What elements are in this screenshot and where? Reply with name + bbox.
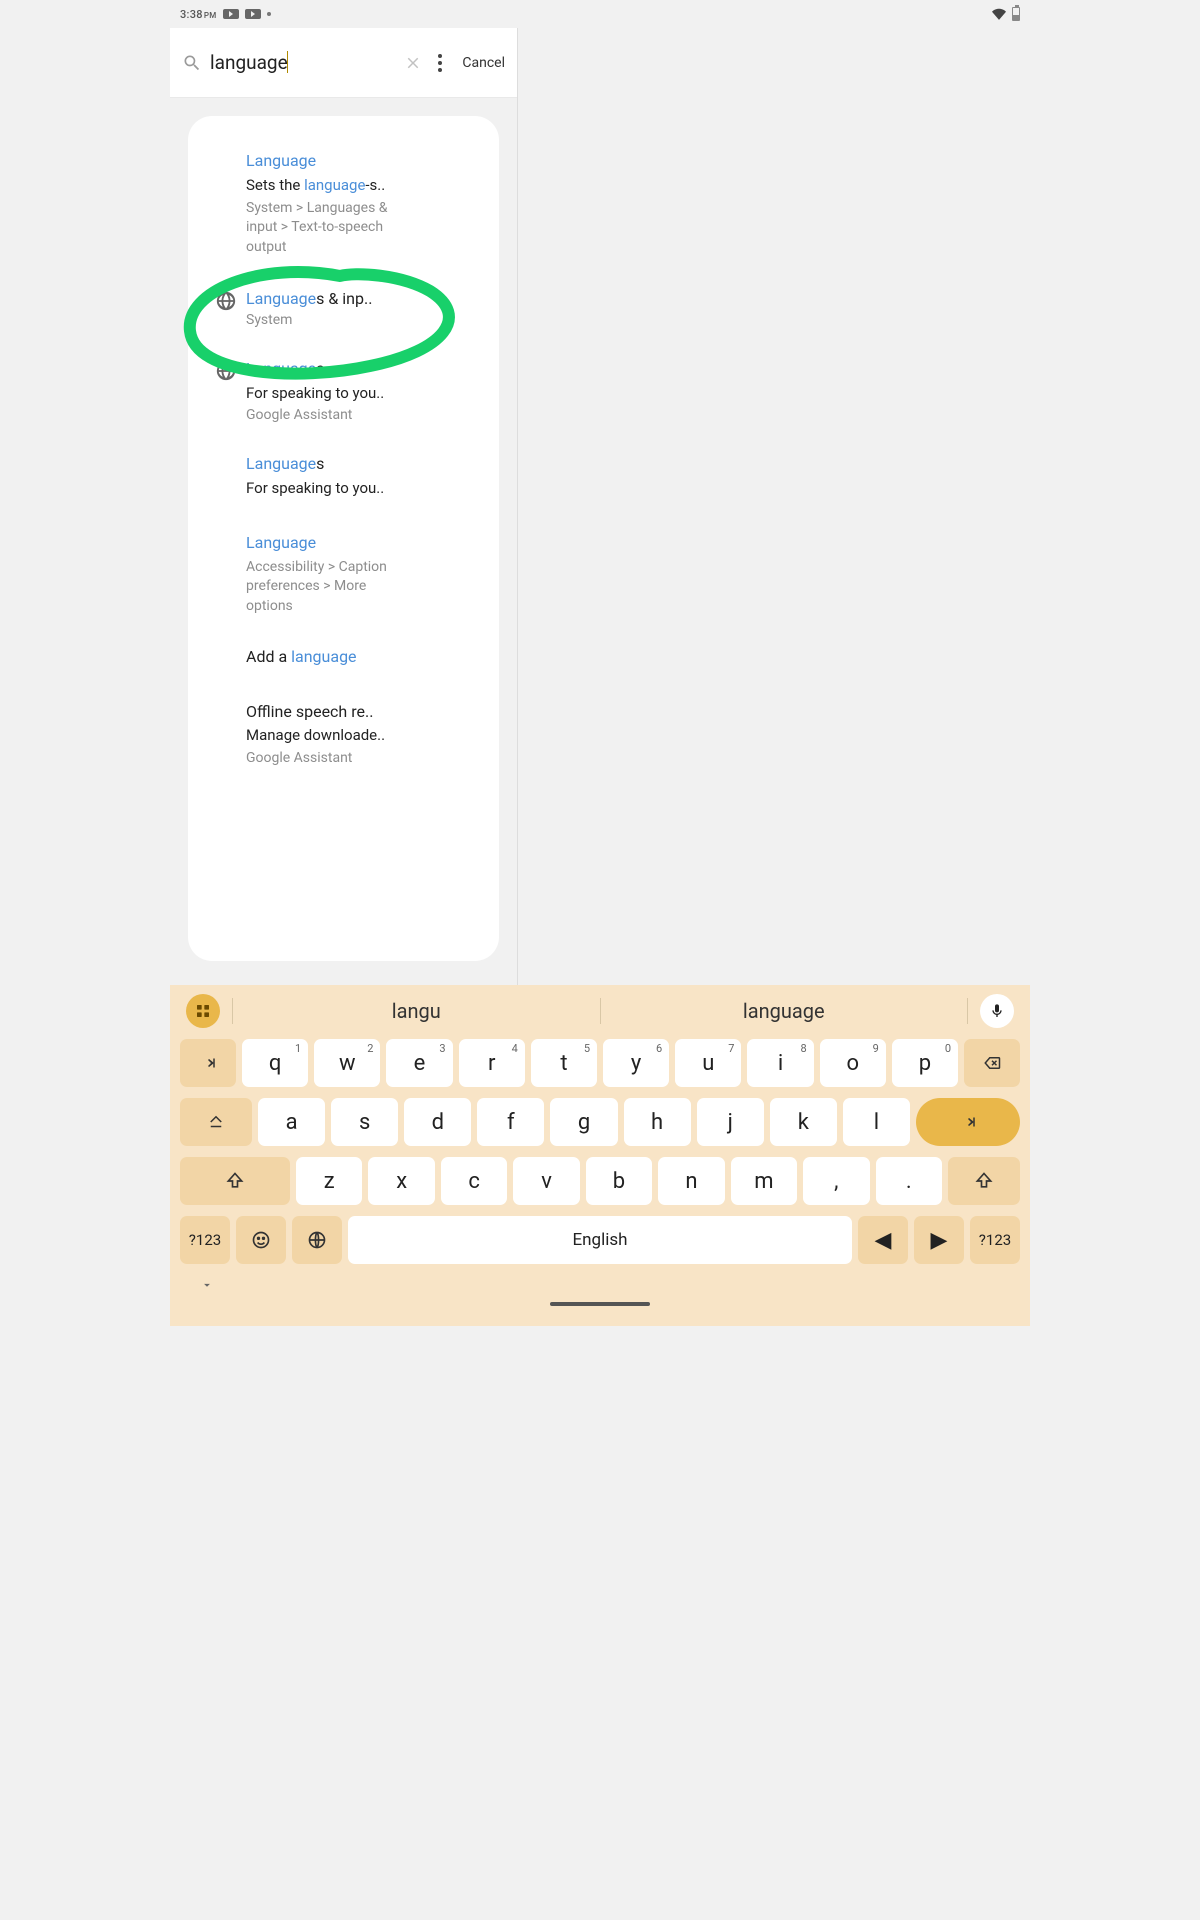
key-i[interactable]: i8 [747, 1039, 813, 1087]
globe-icon [215, 290, 237, 312]
key-e[interactable]: e3 [386, 1039, 452, 1087]
keyboard-apps-button[interactable] [186, 994, 220, 1028]
key-space[interactable]: English [348, 1216, 852, 1264]
key-shift[interactable] [180, 1157, 290, 1205]
key-j[interactable]: j [697, 1098, 764, 1146]
search-icon [182, 53, 202, 73]
key-arrow-left[interactable]: ◀ [858, 1216, 908, 1264]
search-result[interactable]: Language Sets the language-s.. System > … [206, 138, 481, 276]
cancel-button[interactable]: Cancel [462, 55, 505, 71]
key-x[interactable]: x [368, 1157, 434, 1205]
key-q[interactable]: q1 [242, 1039, 308, 1087]
overflow-menu-button[interactable] [432, 53, 448, 73]
key-w[interactable]: w2 [314, 1039, 380, 1087]
search-result[interactable]: Languages & inp.. System [206, 276, 481, 347]
key-comma[interactable]: , [803, 1157, 869, 1205]
key-s[interactable]: s [331, 1098, 398, 1146]
search-result[interactable]: Offline speech re.. Manage downloade.. G… [206, 689, 481, 784]
key-l[interactable]: l [843, 1098, 910, 1146]
key-capslock[interactable] [180, 1098, 252, 1146]
key-z[interactable]: z [296, 1157, 362, 1205]
key-y[interactable]: y6 [603, 1039, 669, 1087]
key-h[interactable]: h [624, 1098, 691, 1146]
key-c[interactable]: c [441, 1157, 507, 1205]
key-p[interactable]: p0 [892, 1039, 958, 1087]
keyboard-suggestion[interactable]: language [601, 999, 968, 1023]
key-g[interactable]: g [550, 1098, 617, 1146]
key-o[interactable]: o9 [820, 1039, 886, 1087]
key-v[interactable]: v [513, 1157, 579, 1205]
key-n[interactable]: n [658, 1157, 724, 1205]
key-m[interactable]: m [731, 1157, 797, 1205]
youtube-icon [223, 9, 239, 19]
voice-input-button[interactable] [980, 994, 1014, 1028]
nav-handle[interactable] [550, 1302, 650, 1306]
settings-search-header: language Cancel [170, 28, 517, 98]
settings-search-input[interactable]: language [210, 51, 394, 74]
key-r[interactable]: r4 [459, 1039, 525, 1087]
key-period[interactable]: . [876, 1157, 942, 1205]
search-result[interactable]: Add a language [206, 634, 481, 689]
search-result[interactable]: Language Accessibility > Caption prefere… [206, 520, 481, 634]
on-screen-keyboard: langu language q1 w2 e3 r4 t5 y6 u7 i8 o… [170, 985, 1030, 1326]
key-d[interactable]: d [404, 1098, 471, 1146]
wifi-icon [992, 7, 1006, 21]
keyboard-collapse-icon[interactable] [200, 1278, 214, 1292]
key-shift[interactable] [948, 1157, 1020, 1205]
key-language-switch[interactable] [292, 1216, 342, 1264]
key-emoji[interactable] [236, 1216, 286, 1264]
key-backspace[interactable] [964, 1039, 1020, 1087]
key-tab[interactable] [180, 1039, 236, 1087]
key-symbols[interactable]: ?123 [970, 1216, 1020, 1264]
key-b[interactable]: b [586, 1157, 652, 1205]
search-result[interactable]: Languages For speaking to you.. [206, 441, 481, 520]
key-enter[interactable] [916, 1098, 1020, 1146]
clear-search-button[interactable] [404, 54, 422, 72]
key-symbols[interactable]: ?123 [180, 1216, 230, 1264]
status-bar: 3:38PM [170, 0, 1030, 28]
key-t[interactable]: t5 [531, 1039, 597, 1087]
status-time: 3:38PM [180, 8, 217, 21]
key-a[interactable]: a [258, 1098, 325, 1146]
keyboard-suggestion[interactable]: langu [233, 999, 600, 1023]
battery-icon [1012, 7, 1020, 21]
notification-dot-icon [267, 12, 271, 16]
key-arrow-right[interactable]: ▶ [914, 1216, 964, 1264]
key-f[interactable]: f [477, 1098, 544, 1146]
search-results-card: Language Sets the language-s.. System > … [188, 116, 499, 961]
key-u[interactable]: u7 [675, 1039, 741, 1087]
search-result[interactable]: Languages For speaking to you.. Google A… [206, 346, 481, 441]
key-k[interactable]: k [770, 1098, 837, 1146]
detail-pane-empty [517, 28, 1030, 985]
youtube-icon [245, 9, 261, 19]
globe-icon [215, 360, 237, 382]
